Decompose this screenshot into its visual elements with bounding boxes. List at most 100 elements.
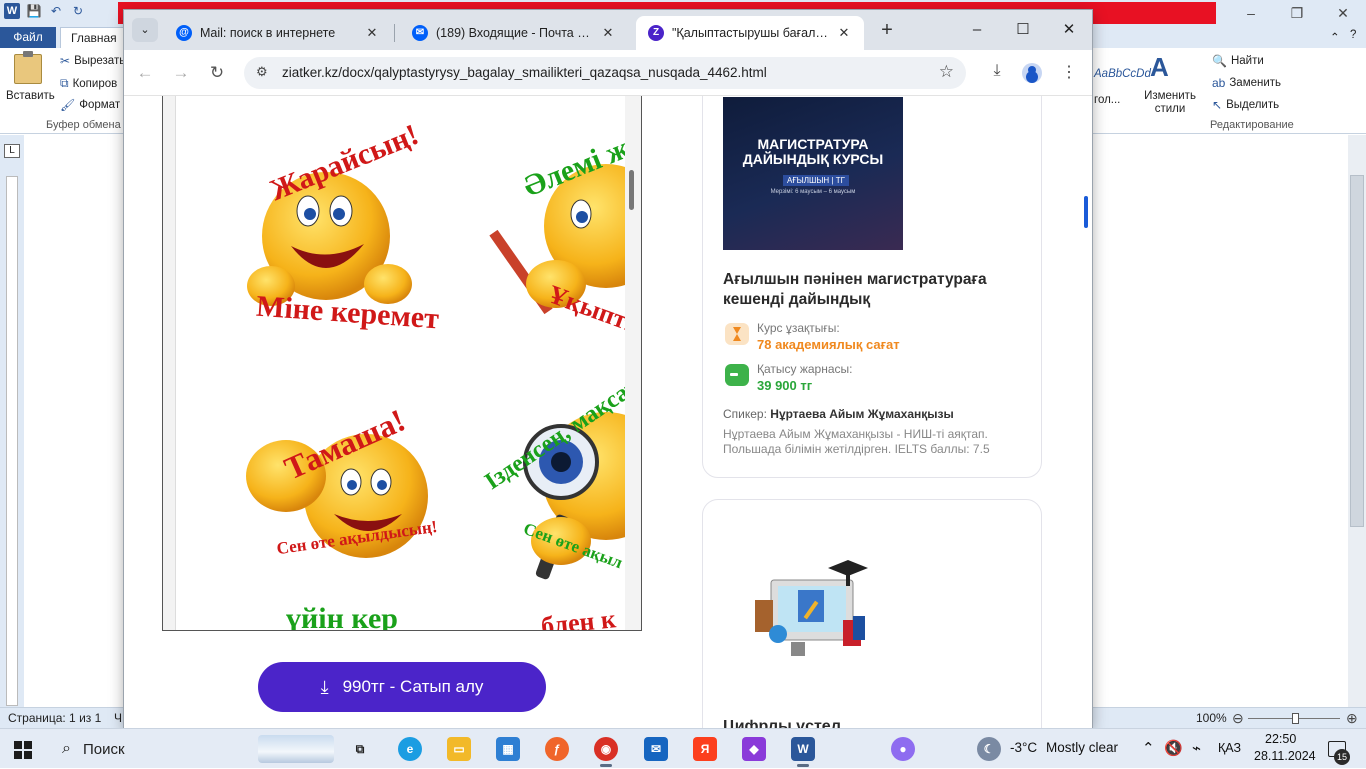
windows-start-icon[interactable]	[14, 741, 32, 759]
firefox-icon[interactable]: ƒ	[545, 737, 569, 761]
prism-app-icon[interactable]: ◆	[742, 737, 766, 761]
maximize-button[interactable]: ☐	[1000, 10, 1046, 50]
close-tab-icon[interactable]: ✕	[364, 25, 380, 41]
search-label: Поиск	[82, 740, 125, 758]
temperature[interactable]: -3°C	[1010, 740, 1037, 755]
product-title[interactable]: Цифрлы үстел	[723, 718, 841, 728]
mail-icon[interactable]: ✉	[644, 737, 668, 761]
word-close-button[interactable]: ✕	[1320, 0, 1366, 26]
edge-icon[interactable]: e	[398, 737, 422, 761]
close-tab-icon[interactable]: ✕	[836, 25, 852, 41]
ziatker-z-icon: Z	[648, 25, 664, 41]
format-label: Формат п	[79, 99, 130, 111]
page-scroll-indicator[interactable]	[1084, 196, 1088, 228]
browser-tab-3-active[interactable]: Z "Қалыптастырушы бағалау см ✕	[636, 16, 864, 50]
microsoft-store-icon[interactable]: ▦	[496, 737, 520, 761]
quick-access-toolbar: W 💾 ↶ ↻	[4, 3, 86, 19]
yandex-icon[interactable]: Я	[693, 737, 717, 761]
price-label: Қатысу жарнасы:	[757, 362, 853, 376]
word-restore-button[interactable]: ❐	[1274, 0, 1320, 26]
volume-mute-icon[interactable]: 🔇	[1164, 739, 1183, 757]
binoculars-icon: 🔍	[1212, 54, 1227, 68]
tab-strip: ⌄ @ Mail: поиск в интернете ✕ ✉ (189) Вх…	[124, 10, 1092, 50]
change-styles-icon[interactable]: A	[1150, 52, 1169, 83]
word-minimize-button[interactable]: –	[1228, 0, 1274, 26]
word-taskbar-icon[interactable]: W	[791, 737, 815, 767]
clock-time[interactable]: 22:50	[1265, 732, 1296, 746]
tab-search-button[interactable]: ⌄	[132, 18, 158, 42]
zoom-out-icon[interactable]: ⊖	[1232, 711, 1244, 725]
zoom-in-icon[interactable]: ⊕	[1346, 711, 1358, 725]
bookmark-star-icon[interactable]: ☆	[939, 62, 954, 82]
select-button[interactable]: ↖ Выделить	[1212, 98, 1279, 112]
taskbar: ⌕ Поиск ⧉ e ▭ ▦ ƒ ◉ ✉ Я ◆ W ● ☾ -3°C Mos…	[0, 728, 1366, 768]
chrome-icon[interactable]: ◉	[594, 737, 618, 767]
weather-text[interactable]: Mostly clear	[1046, 740, 1118, 755]
caption-uyin-ker: үйін кер	[286, 602, 398, 630]
paste-icon[interactable]	[14, 51, 42, 84]
find-button[interactable]: 🔍 Найти	[1212, 54, 1264, 68]
course-card[interactable]: МАГИСТРАТУРА ДАЙЫНДЫҚ КУРСЫ АҒЫЛШЫН | ТГ…	[702, 96, 1042, 478]
zoom-level[interactable]: 100%	[1196, 711, 1227, 725]
course-title[interactable]: Ағылшын пәнінен магистратураға кешенді д…	[723, 270, 1023, 310]
profile-avatar-icon[interactable]	[1022, 63, 1042, 83]
network-icon[interactable]: ⌁	[1192, 739, 1201, 757]
site-info-icon[interactable]: ⚙	[256, 64, 268, 80]
help-icon[interactable]: ?	[1350, 29, 1356, 41]
file-explorer-icon[interactable]: ▭	[447, 737, 471, 761]
copy-button[interactable]: ⧉ Копиров	[60, 76, 117, 91]
moon-weather-icon[interactable]: ☾	[977, 737, 1001, 761]
document-page: Жарайсың! Міне керемет Әлемі ж Ұқыпты Та…	[175, 96, 625, 630]
url-text[interactable]: ziatker.kz/docx/qalyptastyrysy_bagalay_s…	[282, 65, 767, 80]
save-icon[interactable]: 💾	[26, 3, 42, 19]
clipboard-group-label: Буфер обмена	[46, 119, 121, 131]
download-icon: ⤓	[320, 676, 329, 697]
input-language[interactable]: ҚАЗ	[1218, 741, 1241, 755]
hourglass-icon	[725, 323, 749, 345]
cut-button[interactable]: ✂ Вырезать	[60, 54, 125, 68]
close-tab-icon[interactable]: ✕	[600, 25, 616, 41]
replace-button[interactable]: ab Заменить	[1212, 76, 1281, 90]
ribbon-collapse-icon[interactable]: ⌃	[1330, 30, 1340, 44]
search-highlight-image[interactable]	[258, 735, 334, 763]
product-card[interactable]: Цифрлы үстел	[702, 499, 1042, 728]
tab-file[interactable]: Файл	[0, 27, 56, 48]
style-sample[interactable]: AaBbCcDd	[1094, 68, 1151, 80]
word-scrollbar[interactable]	[1348, 135, 1366, 707]
back-arrow-icon[interactable]: ←	[134, 62, 156, 84]
forward-arrow-icon[interactable]: →	[170, 62, 192, 84]
style-name[interactable]: гол...	[1094, 94, 1120, 106]
redo-icon[interactable]: ↻	[70, 3, 86, 19]
mail-at-icon: @	[176, 25, 192, 41]
browser-tab-1[interactable]: @ Mail: поиск в интернете ✕	[164, 16, 392, 50]
address-bar[interactable]: ⚙ ziatker.kz/docx/qalyptastyrysy_bagalay…	[244, 57, 966, 89]
banner-badge: АҒЫЛШЫН | ТГ	[783, 175, 849, 186]
course-banner-image[interactable]: МАГИСТРАТУРА ДАЙЫНДЫҚ КУРСЫ АҒЫЛШЫН | ТГ…	[723, 97, 903, 250]
tab-home[interactable]: Главная	[60, 27, 128, 48]
task-view-icon[interactable]: ⧉	[348, 737, 372, 761]
wallet-icon	[725, 364, 749, 386]
word-scroll-thumb[interactable]	[1350, 175, 1364, 527]
clock-date[interactable]: 28.11.2024	[1254, 749, 1316, 763]
page-count[interactable]: Страница: 1 из 1	[8, 711, 101, 725]
minimize-button[interactable]: –	[954, 10, 1000, 50]
browser-tab-2[interactable]: ✉ (189) Входящие - Почта Mail ✕	[400, 16, 628, 50]
brush-icon: 🖌	[60, 98, 76, 112]
download-icon[interactable]: ⤓	[986, 62, 1008, 80]
show-hidden-icons-icon[interactable]: ⌃	[1142, 739, 1155, 757]
digital-desk-illustration	[755, 560, 868, 656]
undo-icon[interactable]: ↶	[48, 3, 64, 19]
close-window-button[interactable]: ✕	[1046, 10, 1092, 50]
paste-button[interactable]: Вставить	[6, 90, 55, 102]
alice-assistant-icon[interactable]: ●	[891, 737, 915, 761]
reload-icon[interactable]: ↻	[206, 62, 228, 84]
format-painter-button[interactable]: 🖌 Формат п	[60, 98, 130, 112]
change-styles-button[interactable]: Изменить стили	[1144, 90, 1196, 116]
zoom-slider-knob[interactable]	[1292, 713, 1299, 724]
document-preview-scroll-thumb[interactable]	[629, 170, 634, 210]
new-tab-button[interactable]: +	[876, 20, 898, 42]
menu-kebab-icon[interactable]: ⋮	[1058, 62, 1080, 82]
buy-button[interactable]: ⤓ 990тг - Сатып алу	[258, 662, 546, 712]
browser-toolbar: ← → ↻ ⚙ ziatker.kz/docx/qalyptastyrysy_b…	[124, 50, 1092, 96]
tab-selector[interactable]: L	[4, 144, 20, 158]
